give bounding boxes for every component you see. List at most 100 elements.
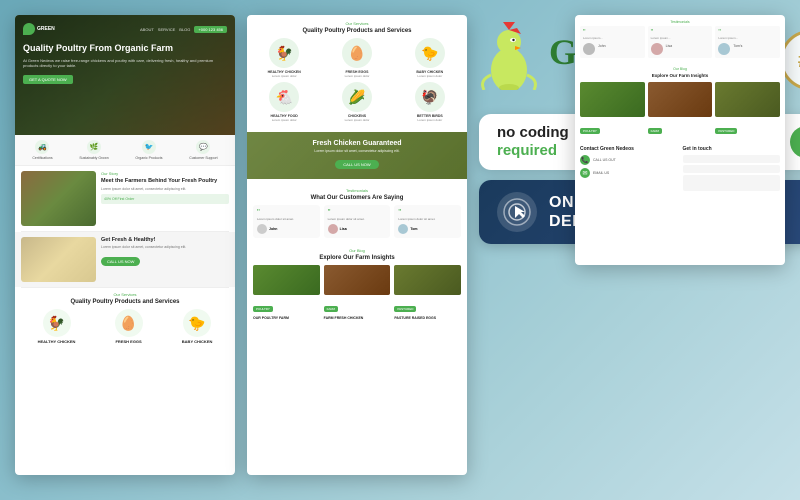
right-testimonial-1: " Lorem ipsum... Lisa bbox=[648, 26, 713, 58]
organic-icon: 🐦 bbox=[142, 140, 156, 154]
blog-title-1: FARM FRESH CHICKEN bbox=[324, 316, 391, 320]
blog-tag-2: PASTURED bbox=[394, 306, 416, 312]
blog-img-2 bbox=[394, 265, 461, 295]
fresh-cta[interactable]: CALL US NOW bbox=[101, 257, 140, 266]
center-product-2: 🐤 BABY CHICKEN Lorem ipsum dolor bbox=[399, 38, 461, 78]
right-blog-item-1: FARM bbox=[648, 82, 713, 137]
quote-icon-1: " bbox=[328, 209, 387, 217]
left-nav-links: ABOUT SERVICE BLOG +000 123 456 bbox=[140, 23, 227, 35]
email-icon: ✉ bbox=[580, 168, 590, 178]
right-author-2: Tom's bbox=[718, 43, 777, 55]
center-blog-label: Our Blog bbox=[253, 248, 461, 253]
blog-img-1 bbox=[324, 265, 391, 295]
testimonial-author-2: Tom bbox=[398, 224, 457, 234]
contact-email-text: EMAIL US bbox=[593, 171, 609, 175]
certifications-icon: 🚜 bbox=[35, 140, 49, 154]
right-quote-2: " bbox=[718, 29, 777, 36]
nav-link-about[interactable]: ABOUT bbox=[140, 27, 154, 32]
center-banner-text: Lorem ipsum dolor sit amet, consectetur … bbox=[255, 149, 459, 153]
baby-chicken-name: BABY CHICKEN bbox=[182, 339, 213, 344]
author-avatar-0 bbox=[257, 224, 267, 234]
fresh-title: Get Fresh & Healthy! bbox=[101, 237, 229, 243]
right-testimonial-text-2: Lorem ipsum... bbox=[718, 36, 777, 40]
center-product-icon-0: 🐓 bbox=[269, 38, 299, 68]
right-testimonial-2: " Lorem ipsum... Tom's bbox=[715, 26, 780, 58]
right-blog: Our Blog Explore Our Farm Insights POULT… bbox=[575, 63, 785, 141]
contact-title: Contact Green Nedeos bbox=[580, 146, 678, 152]
left-hero-cta[interactable]: GET A QUOTE NOW bbox=[23, 75, 73, 84]
feature-certifications: 🚜 Certifications bbox=[32, 140, 52, 160]
center-blog: Our Blog Explore Our Farm Insights POULT… bbox=[247, 243, 467, 325]
center-testimonials-title: What Our Customers Are Saying bbox=[253, 195, 461, 201]
center-services-label: Our Services bbox=[253, 21, 461, 26]
right-testimonial-0: " Lorem ipsum... John bbox=[580, 26, 645, 58]
center-product-desc-3: Lorem ipsum dolor bbox=[253, 118, 315, 122]
story-text: Lorem ipsum dolor sit amet, consectetur … bbox=[101, 187, 229, 192]
right-avatar-0 bbox=[583, 43, 595, 55]
center-testimonials: Testimonials What Our Customers Are Sayi… bbox=[247, 183, 467, 243]
cursor-icon bbox=[497, 192, 537, 232]
support-label: Customer Support bbox=[189, 156, 217, 160]
blog-title-2: PASTURE RAISED EGGS bbox=[394, 316, 461, 320]
chicken-name: HEALTHY CHICKEN bbox=[38, 339, 76, 344]
testimonial-2: " Lorem ipsum dolor sit amet. Tom bbox=[394, 205, 461, 238]
blog-item-2: PASTURED PASTURE RAISED EGGS bbox=[394, 265, 461, 320]
cursor-svg bbox=[503, 198, 531, 226]
left-features: 🚜 Certifications 🌿 Sustainably Grown 🐦 O… bbox=[15, 135, 235, 166]
certifications-label: Certifications bbox=[32, 156, 52, 160]
center-product-5: 🦃 BETTER BIRDS Lorem ipsum dolor bbox=[399, 82, 461, 122]
fresh-text: Lorem ipsum dolor sit amet, consectetur … bbox=[101, 245, 229, 250]
left-story: Our Story Meet the Farmers Behind Your F… bbox=[15, 166, 235, 231]
story-content: Our Story Meet the Farmers Behind Your F… bbox=[101, 171, 229, 226]
left-hero-subtitle: At Green Nedeos we raise free-range chic… bbox=[23, 58, 227, 68]
center-product-desc-4: Lorem ipsum dolor bbox=[326, 118, 388, 122]
nav-link-blog[interactable]: BLOG bbox=[179, 27, 190, 32]
center-product-icon-5: 🦃 bbox=[415, 82, 445, 112]
center-banner-title: Fresh Chicken Guaranteed bbox=[255, 140, 459, 147]
baby-chicken-icon: 🐤 bbox=[183, 309, 211, 337]
center-products-grid: 🐓 HEALTHY CHICKEN Lorem ipsum dolor 🥚 FR… bbox=[253, 38, 461, 122]
right-testimonials: Testimonials " Lorem ipsum... John " Lor… bbox=[575, 15, 785, 63]
right-blog-item-0: POULTRY bbox=[580, 82, 645, 137]
feature-organic: 🐦 Organic Products bbox=[135, 140, 162, 160]
nav-phone-btn[interactable]: +000 123 456 bbox=[194, 26, 227, 33]
nav-link-service[interactable]: SERVICE bbox=[158, 27, 176, 32]
no-coding-span: no coding bbox=[497, 124, 569, 141]
fresh-image bbox=[21, 237, 96, 282]
testimonial-0: " Lorem ipsum dolor sit amet. John bbox=[253, 205, 320, 238]
left-services-label: Our Services bbox=[21, 292, 229, 297]
right-blog-grid: POULTRY FARM PASTURED bbox=[580, 82, 780, 137]
left-hero: GREEN ABOUT SERVICE BLOG +000 123 456 Qu… bbox=[15, 15, 235, 135]
blog-tag-0: POULTRY bbox=[253, 306, 273, 312]
blog-item-0: POULTRY OUR POULTRY FARM bbox=[253, 265, 320, 320]
right-quote-0: " bbox=[583, 29, 642, 36]
left-logo-icon bbox=[23, 23, 35, 35]
author-avatar-1 bbox=[328, 224, 338, 234]
left-services-title: Quality Poultry Products and Services bbox=[21, 299, 229, 305]
testimonial-text-2: Lorem ipsum dolor sit amet. bbox=[398, 217, 457, 221]
right-blog-img-2 bbox=[715, 82, 780, 117]
product-baby-chicken: 🐤 BABY CHICKEN bbox=[182, 309, 213, 344]
center-product-desc-1: Lorem ipsum dolor bbox=[326, 74, 388, 78]
center-testimonials-label: Testimonials bbox=[253, 188, 461, 193]
right-testimonials-grid: " Lorem ipsum... John " Lorem ipsum... L… bbox=[580, 26, 780, 58]
center-services: Our Services Quality Poultry Products an… bbox=[247, 15, 467, 128]
testimonial-1: " Lorem ipsum dolor sit amet. Lisa bbox=[324, 205, 391, 238]
left-fresh: Get Fresh & Healthy! Lorem ipsum dolor s… bbox=[15, 232, 235, 287]
left-products: Our Services Quality Poultry Products an… bbox=[15, 288, 235, 348]
right-quote-1: " bbox=[651, 29, 710, 36]
eggs-name: FRESH EGGS bbox=[115, 339, 143, 344]
contact-phone-text: CALL US OUT bbox=[593, 158, 616, 162]
center-product-3: 🐔 HEALTHY FOOD Lorem ipsum dolor bbox=[253, 82, 315, 122]
feature-support: 💬 Customer Support bbox=[189, 140, 217, 160]
sustainable-icon: 🌿 bbox=[87, 140, 101, 154]
center-product-icon-2: 🐤 bbox=[415, 38, 445, 68]
right-blog-tag-2: PASTURED bbox=[715, 128, 737, 134]
product-chicken: 🐓 HEALTHY CHICKEN bbox=[38, 309, 76, 344]
left-hero-title: Quality Poultry From Organic Farm bbox=[23, 43, 227, 55]
quote-icon-2: " bbox=[398, 209, 457, 217]
right-blog-img-1 bbox=[648, 82, 713, 117]
right-author-1: Lisa bbox=[651, 43, 710, 55]
testimonial-text-0: Lorem ipsum dolor sit amet. bbox=[257, 217, 316, 221]
center-banner-cta[interactable]: CALL US NOW bbox=[335, 160, 378, 169]
